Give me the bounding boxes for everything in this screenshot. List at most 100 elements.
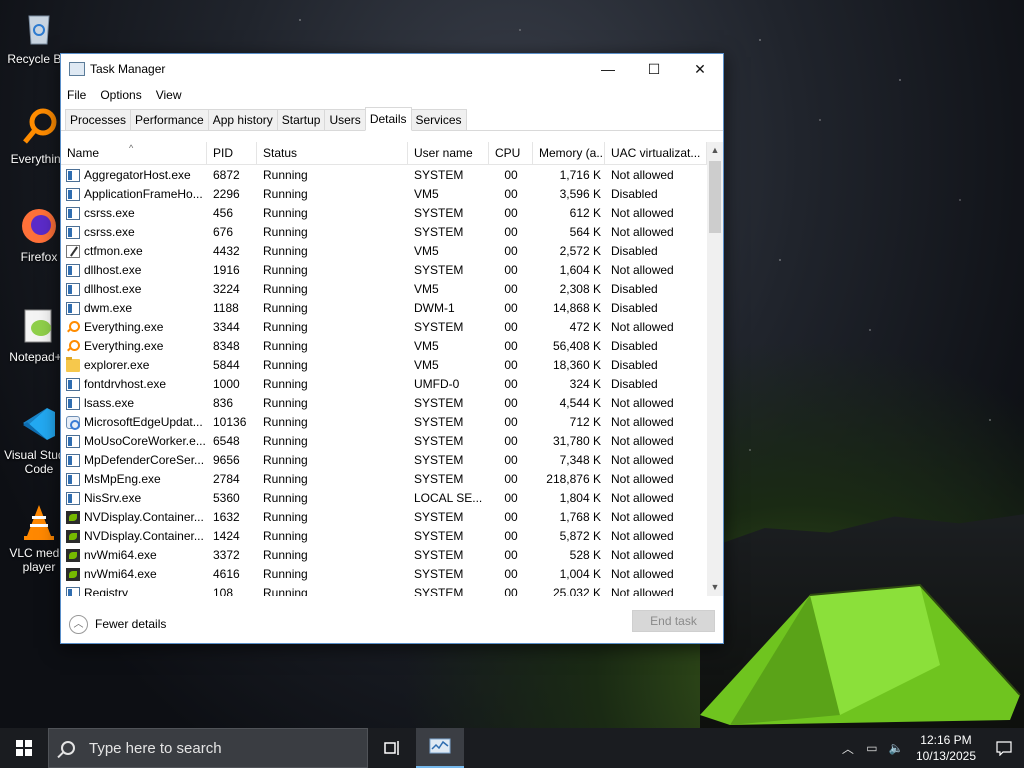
- process-pid: 1188: [213, 301, 239, 315]
- start-button[interactable]: [0, 728, 48, 768]
- process-memory: 7,348 K: [559, 453, 601, 467]
- process-user: SYSTEM: [414, 168, 464, 182]
- taskbar-task-manager[interactable]: [416, 728, 464, 768]
- process-row[interactable]: csrss.exe 456 Running SYSTEM 00 612 K Not allo…: [61, 204, 707, 223]
- process-row[interactable]: MpDefenderCoreSer... 9656 Running SYSTEM 00 7…: [61, 451, 707, 470]
- process-app-icon: [66, 587, 80, 596]
- column-header-pid[interactable]: PID: [207, 142, 257, 165]
- process-name: MoUsoCoreWorker.e...: [84, 434, 206, 448]
- title-bar[interactable]: Task Manager — ☐ ✕: [61, 54, 723, 84]
- scroll-down-arrow-icon[interactable]: ▼: [707, 579, 723, 596]
- process-cpu: 00: [504, 377, 518, 391]
- process-name: Everything.exe: [84, 320, 164, 334]
- process-pid: 6872: [213, 168, 240, 182]
- vertical-scrollbar[interactable]: ▲ ▼: [707, 142, 723, 596]
- process-user: SYSTEM: [414, 320, 464, 334]
- process-row[interactable]: NisSrv.exe 5360 Running LOCAL SE... 00 1,804 …: [61, 489, 707, 508]
- menu-view[interactable]: View: [156, 88, 182, 102]
- process-row[interactable]: AggregatorHost.exe 6872 Running SYSTEM 00 1,7…: [61, 166, 707, 185]
- process-uac: Not allowed: [611, 415, 674, 429]
- process-user: UMFD-0: [414, 377, 460, 391]
- process-row[interactable]: NVDisplay.Container... 1424 Running SYSTEM 0…: [61, 527, 707, 546]
- process-row[interactable]: MsMpEng.exe 2784 Running SYSTEM 00 218,876 K N…: [61, 470, 707, 489]
- menu-file[interactable]: File: [67, 88, 86, 102]
- minimize-button[interactable]: —: [585, 54, 631, 84]
- process-cpu: 00: [504, 244, 518, 258]
- process-row[interactable]: lsass.exe 836 Running SYSTEM 00 4,544 K Not al…: [61, 394, 707, 413]
- column-header-memory[interactable]: Memory (a...: [533, 142, 605, 165]
- clock-date: 10/13/2025: [915, 749, 976, 763]
- tab-processes[interactable]: Processes: [65, 109, 132, 130]
- process-row[interactable]: csrss.exe 676 Running SYSTEM 00 564 K Not allo…: [61, 223, 707, 242]
- process-row[interactable]: explorer.exe 5844 Running VM5 00 18,360 K Disa…: [61, 356, 707, 375]
- process-row[interactable]: Registry 108 Running SYSTEM 00 25,032 K Not al…: [61, 584, 707, 596]
- process-row[interactable]: NVDisplay.Container... 1632 Running SYSTEM 0…: [61, 508, 707, 527]
- process-row[interactable]: dllhost.exe 3224 Running VM5 00 2,308 K Disabl…: [61, 280, 707, 299]
- process-uac: Disabled: [611, 358, 658, 372]
- wallpaper-tent: [700, 583, 1021, 725]
- process-nv-icon: [66, 568, 80, 581]
- process-memory: 3,596 K: [559, 187, 601, 201]
- process-user: SYSTEM: [414, 206, 464, 220]
- tab-app-history[interactable]: App history: [207, 109, 278, 130]
- process-pid: 1000: [213, 377, 240, 391]
- process-pen-icon: [66, 245, 80, 258]
- process-name: dllhost.exe: [84, 282, 142, 296]
- process-row[interactable]: MoUsoCoreWorker.e... 6548 Running SYSTEM 00 3…: [61, 432, 707, 451]
- process-row[interactable]: fontdrvhost.exe 1000 Running UMFD-0 00 324 K D…: [61, 375, 707, 394]
- process-row[interactable]: nvWmi64.exe 4616 Running SYSTEM 00 1,004 K Not…: [61, 565, 707, 584]
- column-header-cpu[interactable]: CPU: [489, 142, 533, 165]
- process-name-cell: AggregatorHost.exe: [61, 166, 207, 185]
- process-app-icon: [66, 264, 80, 277]
- process-row[interactable]: MicrosoftEdgeUpdat... 10136 Running SYSTEM 0…: [61, 413, 707, 432]
- maximize-button[interactable]: ☐: [631, 54, 677, 84]
- process-name-cell: fontdrvhost.exe: [61, 375, 207, 394]
- menu-bar: File Options View: [61, 84, 723, 106]
- network-icon[interactable]: ▭: [860, 741, 884, 755]
- scroll-up-arrow-icon[interactable]: ▲: [707, 142, 723, 159]
- tab-performance[interactable]: Performance: [130, 109, 209, 130]
- notification-icon[interactable]: [984, 740, 1024, 756]
- column-header-status[interactable]: Status: [257, 142, 408, 165]
- process-uac: Disabled: [611, 339, 658, 353]
- process-uac: Not allowed: [611, 491, 674, 505]
- tab-services[interactable]: Services: [410, 109, 467, 130]
- clock[interactable]: 12:16 PM 10/13/2025: [908, 732, 984, 764]
- end-task-button[interactable]: End task: [632, 610, 715, 632]
- taskbar-search-box[interactable]: Type here to search: [48, 728, 368, 768]
- process-memory: 2,308 K: [559, 282, 601, 296]
- process-name: NisSrv.exe: [84, 491, 142, 505]
- column-header-label: Name: [67, 145, 100, 160]
- menu-options[interactable]: Options: [100, 88, 141, 102]
- scroll-thumb[interactable]: [709, 161, 721, 233]
- chevron-up-icon[interactable]: ︿: [836, 740, 860, 757]
- process-row[interactable]: dwm.exe 1188 Running DWM-1 00 14,868 K Disable…: [61, 299, 707, 318]
- tab-details[interactable]: Details: [364, 107, 412, 131]
- process-row[interactable]: ctfmon.exe 4432 Running VM5 00 2,572 K Disable…: [61, 242, 707, 261]
- process-user: SYSTEM: [414, 529, 464, 543]
- chevron-up-circle-icon[interactable]: ︿: [69, 614, 88, 634]
- close-button[interactable]: ✕: [677, 54, 723, 84]
- column-header-name[interactable]: ^ Name: [61, 142, 207, 165]
- column-header-user-name[interactable]: User name: [408, 142, 489, 165]
- process-row[interactable]: Everything.exe 8348 Running VM5 00 56,408 K Di…: [61, 337, 707, 356]
- column-header-uac-virtualization[interactable]: UAC virtualizat...: [605, 142, 707, 165]
- process-uac: Not allowed: [611, 472, 674, 486]
- process-pid: 1424: [213, 529, 240, 543]
- process-row[interactable]: Everything.exe 3344 Running SYSTEM 00 472 K No…: [61, 318, 707, 337]
- process-name: csrss.exe: [84, 206, 135, 220]
- task-manager-icon: [69, 62, 85, 76]
- process-row[interactable]: nvWmi64.exe 3372 Running SYSTEM 00 528 K Not a…: [61, 546, 707, 565]
- tab-startup[interactable]: Startup: [276, 109, 326, 130]
- process-app-icon: [66, 283, 80, 296]
- task-view-button[interactable]: [368, 728, 416, 768]
- process-pid: 4616: [213, 567, 240, 581]
- process-name: MpDefenderCoreSer...: [84, 453, 205, 467]
- process-row[interactable]: dllhost.exe 1916 Running SYSTEM 00 1,604 K Not…: [61, 261, 707, 280]
- volume-muted-icon[interactable]: 🔈: [884, 741, 908, 755]
- process-row[interactable]: ApplicationFrameHo... 2296 Running VM5 00 3,5…: [61, 185, 707, 204]
- fewer-details-link[interactable]: Fewer details: [95, 617, 166, 631]
- tab-users[interactable]: Users: [324, 109, 366, 130]
- process-memory: 18,360 K: [552, 358, 601, 372]
- process-status: Running: [263, 548, 308, 562]
